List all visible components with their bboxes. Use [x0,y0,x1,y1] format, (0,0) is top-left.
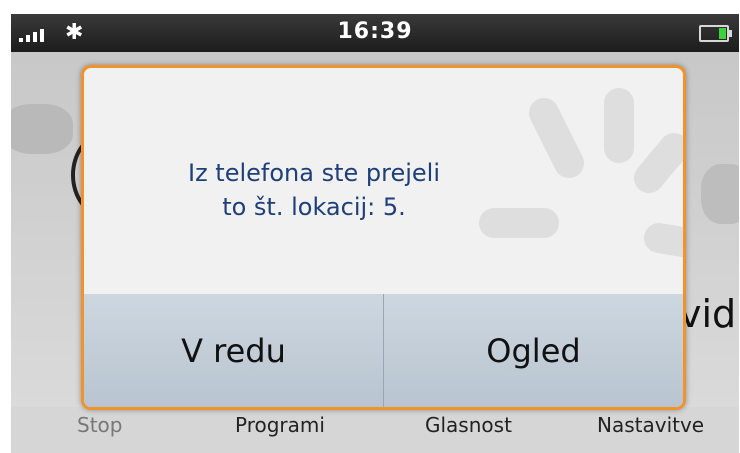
dialog-message: Iz telefona ste prejeli to št. lokacij: … [84,156,544,224]
background-map-shape [11,104,73,154]
status-bar: ✱ 16:39 [11,14,739,52]
dialog-button-row: V redu Ogled [84,294,683,407]
view-button[interactable]: Ogled [384,294,683,407]
settings-button[interactable]: Nastavitve [597,413,704,437]
stop-button[interactable]: Stop [77,413,122,437]
background-map-shape [701,164,739,224]
programs-button[interactable]: Programi [235,413,325,437]
volume-button[interactable]: Glasnost [425,413,512,437]
background-menu-label: vid [679,292,737,336]
ok-button[interactable]: V redu [84,294,383,407]
bottom-menu-bar: Stop Programi Glasnost Nastavitve [11,407,739,453]
locations-received-dialog: Iz telefona ste prejeli to št. lokacij: … [81,65,686,410]
status-clock: 16:39 [337,19,413,44]
device-screen: ✱ 16:39 vid Stop Programi Glasnost Nasta… [11,14,739,453]
dialog-message-line2: to št. lokacij: 5. [222,193,406,221]
battery-icon [699,25,732,42]
dialog-message-line1: Iz telefona ste prejeli [187,159,440,187]
